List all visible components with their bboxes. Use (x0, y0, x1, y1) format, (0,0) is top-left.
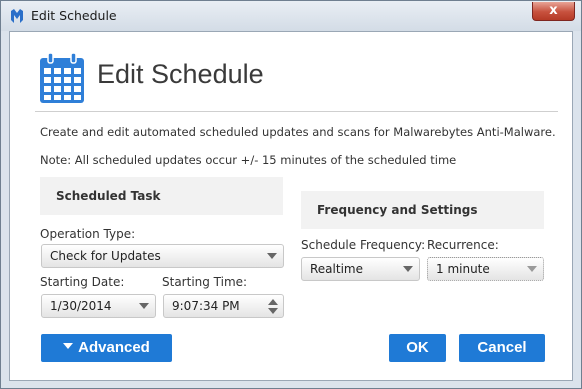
chevron-down-icon (267, 253, 277, 259)
recurrence-select[interactable]: 1 minute (427, 257, 544, 281)
cancel-button[interactable]: Cancel (459, 334, 545, 362)
schedule-frequency-label: Schedule Frequency: (301, 238, 426, 252)
triangle-down-icon (63, 343, 74, 350)
malwarebytes-logo-icon (11, 9, 23, 23)
close-button[interactable]: x (532, 2, 575, 21)
edit-schedule-window: Edit Schedule x Edit Schedule Create and… (0, 0, 582, 389)
chevron-down-icon (403, 266, 413, 272)
schedule-frequency-select[interactable]: Realtime (301, 257, 420, 281)
recurrence-value: 1 minute (436, 262, 490, 276)
ok-button[interactable]: OK (389, 334, 446, 362)
starting-time-label: Starting Time: (162, 275, 248, 289)
description-text: Create and edit automated scheduled upda… (40, 125, 556, 139)
close-icon: x (549, 3, 558, 18)
frequency-settings-heading: Frequency and Settings (301, 191, 544, 229)
header-divider (35, 111, 558, 112)
note-text: Note: All scheduled updates occur +/- 15… (40, 153, 457, 167)
spin-down-icon[interactable] (268, 308, 278, 314)
starting-date-label: Starting Date: (40, 275, 125, 289)
dialog-body: Edit Schedule Create and edit automated … (9, 31, 573, 381)
calendar-icon (40, 52, 84, 103)
chevron-down-icon (139, 303, 149, 309)
window-title: Edit Schedule (31, 8, 117, 23)
starting-time-spinner[interactable]: 9:07:34 PM (163, 294, 284, 318)
page-title: Edit Schedule (97, 59, 264, 89)
advanced-button-label: Advanced (78, 339, 150, 356)
spin-up-icon[interactable] (268, 299, 278, 305)
advanced-button[interactable]: Advanced (41, 334, 172, 362)
operation-type-label: Operation Type: (40, 227, 136, 241)
starting-date-picker[interactable]: 1/30/2014 (41, 294, 156, 318)
title-bar[interactable]: Edit Schedule x (1, 1, 581, 31)
operation-type-value: Check for Updates (50, 249, 161, 263)
operation-type-select[interactable]: Check for Updates (41, 244, 284, 268)
starting-time-value: 9:07:34 PM (172, 299, 240, 313)
recurrence-label: Recurrence: (427, 238, 499, 252)
schedule-frequency-value: Realtime (310, 262, 363, 276)
chevron-down-icon (527, 266, 537, 272)
scheduled-task-heading: Scheduled Task (40, 177, 283, 215)
starting-date-value: 1/30/2014 (50, 299, 112, 313)
